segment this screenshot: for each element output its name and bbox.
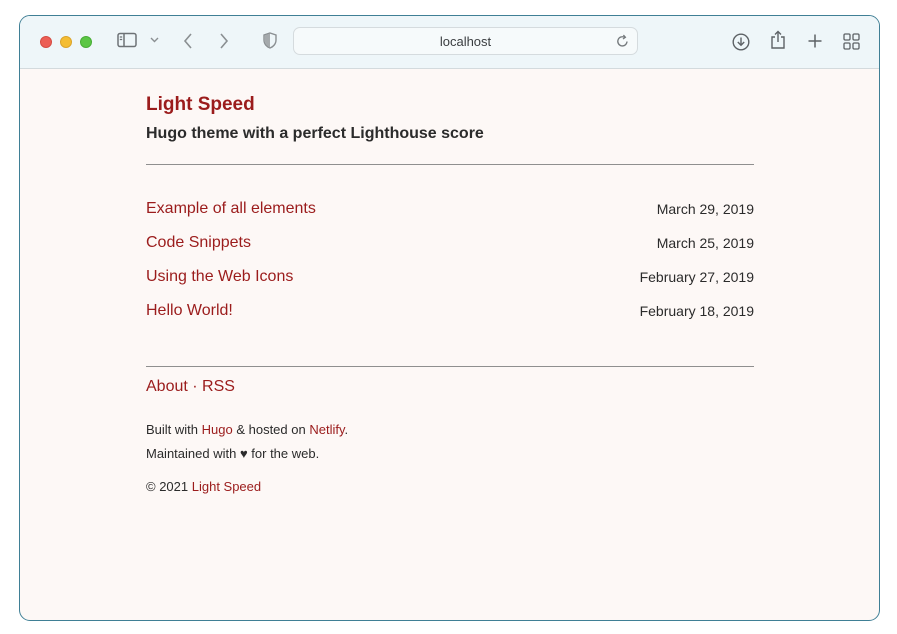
post-date: February 18, 2019 <box>639 303 754 319</box>
post-date: March 29, 2019 <box>656 201 754 217</box>
browser-window: localhost Light Speed Hugo theme with a … <box>19 15 880 621</box>
reload-icon[interactable] <box>616 34 629 53</box>
zoom-window-button[interactable] <box>80 36 92 48</box>
footer-nav: About · RSS <box>146 378 235 396</box>
heart-icon: ♥ <box>239 446 248 461</box>
back-icon[interactable] <box>183 33 193 49</box>
post-date: February 27, 2019 <box>639 269 754 285</box>
shield-icon[interactable] <box>263 32 277 49</box>
maintained-line: Maintained with ♥ for the web. <box>146 446 319 461</box>
post-title-link[interactable]: Using the Web Icons <box>146 268 293 286</box>
period: . <box>344 422 349 437</box>
post-row: Using the Web Icons February 27, 2019 <box>146 268 754 290</box>
header-divider <box>146 164 754 165</box>
maintained-prefix: Maintained with <box>146 446 240 461</box>
site-subtitle: Hugo theme with a perfect Lighthouse sco… <box>146 125 484 142</box>
post-title-link[interactable]: Example of all elements <box>146 200 316 218</box>
address-text: localhost <box>439 34 492 49</box>
chevron-down-icon[interactable] <box>150 37 159 43</box>
rss-link[interactable]: RSS <box>202 378 235 395</box>
post-row: Code Snippets March 25, 2019 <box>146 234 754 256</box>
post-date: March 25, 2019 <box>656 235 754 251</box>
minimize-window-button[interactable] <box>60 36 72 48</box>
copyright-link[interactable]: Light Speed <box>192 479 261 494</box>
tab-overview-icon[interactable] <box>843 33 860 50</box>
about-link[interactable]: About <box>146 378 188 395</box>
site-title-link[interactable]: Light Speed <box>146 94 255 116</box>
close-window-button[interactable] <box>40 36 52 48</box>
hosted-text: & hosted on <box>232 422 310 437</box>
built-prefix: Built with <box>146 422 202 437</box>
post-title-link[interactable]: Hello World! <box>146 302 233 320</box>
download-icon[interactable] <box>732 33 750 51</box>
post-row: Example of all elements March 29, 2019 <box>146 200 754 222</box>
built-with-line: Built with Hugo & hosted on Netlify. <box>146 422 348 437</box>
footer-divider <box>146 366 754 367</box>
sidebar-icon[interactable] <box>117 32 137 48</box>
copyright-line: © 2021 Light Speed <box>146 479 261 494</box>
netlify-link[interactable]: Netlify <box>309 422 344 437</box>
copyright-text: © 2021 <box>146 479 192 494</box>
post-title-link[interactable]: Code Snippets <box>146 234 251 252</box>
maintained-suffix: for the web. <box>247 446 320 461</box>
browser-toolbar: localhost <box>20 16 879 69</box>
new-tab-icon[interactable] <box>807 33 823 49</box>
footer-separator: · <box>192 378 198 395</box>
share-icon[interactable] <box>770 30 786 50</box>
post-row: Hello World! February 18, 2019 <box>146 302 754 324</box>
address-bar[interactable]: localhost <box>293 27 638 55</box>
hugo-link[interactable]: Hugo <box>202 422 233 437</box>
forward-icon[interactable] <box>219 33 229 49</box>
